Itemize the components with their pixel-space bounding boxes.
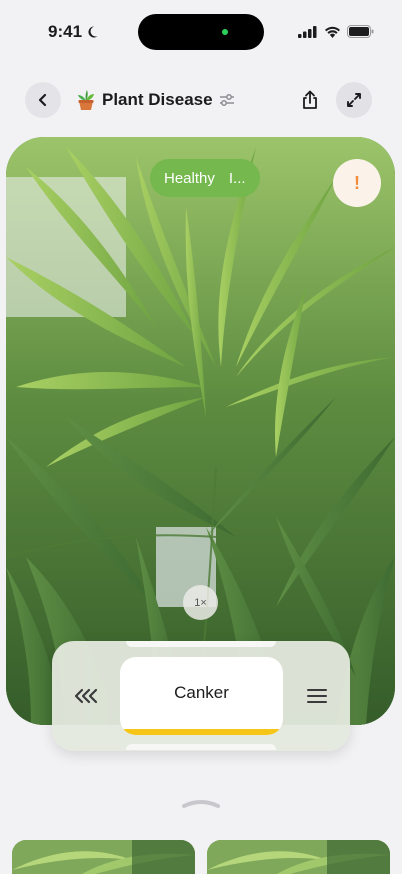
plant-image xyxy=(6,137,395,725)
selected-disease-label: Canker xyxy=(174,683,229,702)
page-title: Plant Disease xyxy=(102,90,213,109)
potted-plant-icon xyxy=(78,90,94,110)
share-button[interactable] xyxy=(292,82,328,118)
picker-selected-item[interactable]: Canker xyxy=(120,657,283,735)
signal-icon xyxy=(298,25,317,38)
chevron-left-icon xyxy=(38,93,47,107)
menu-button[interactable] xyxy=(302,682,332,710)
moon-icon xyxy=(88,26,98,38)
rewind-button[interactable] xyxy=(70,682,104,710)
alert-button[interactable]: ! xyxy=(333,159,381,207)
menu-icon xyxy=(307,689,327,703)
back-button[interactable] xyxy=(25,82,61,118)
gallery-thumbnail[interactable] xyxy=(12,840,195,874)
thumbnail-image xyxy=(12,840,195,874)
alert-icon: ! xyxy=(354,172,360,193)
status-icons xyxy=(298,25,374,38)
zoom-level-label: 1× xyxy=(194,596,207,609)
sliders-icon[interactable] xyxy=(219,93,235,107)
title-group[interactable]: Plant Disease xyxy=(76,89,235,111)
sheet-handle-icon[interactable] xyxy=(181,798,221,808)
share-icon xyxy=(303,90,317,109)
picker-previous-item[interactable] xyxy=(126,641,276,647)
selection-indicator xyxy=(120,729,283,735)
gallery-thumbnail[interactable] xyxy=(207,840,390,874)
wifi-icon xyxy=(325,26,340,38)
plant-photo[interactable]: Healthy I... ! 1× xyxy=(6,137,395,725)
health-status-pill[interactable]: Healthy I... xyxy=(150,159,260,197)
status-bar: 9:41 xyxy=(0,0,402,60)
clock: 9:41 xyxy=(48,22,83,41)
camera-indicator xyxy=(222,29,228,35)
thumbnail-image xyxy=(207,840,390,874)
expand-button[interactable] xyxy=(336,82,372,118)
navigation-header: Plant Disease xyxy=(0,80,402,122)
expand-arrows-icon xyxy=(347,93,361,107)
picker-next-item[interactable] xyxy=(126,744,276,750)
health-status-suffix: I... xyxy=(228,169,246,187)
rewind-icon xyxy=(74,688,98,704)
status-time: 9:41 xyxy=(48,22,99,42)
health-status-label: Healthy xyxy=(164,169,215,187)
battery-icon xyxy=(347,25,374,38)
zoom-level-button[interactable]: 1× xyxy=(183,585,218,620)
dynamic-island xyxy=(138,14,264,50)
